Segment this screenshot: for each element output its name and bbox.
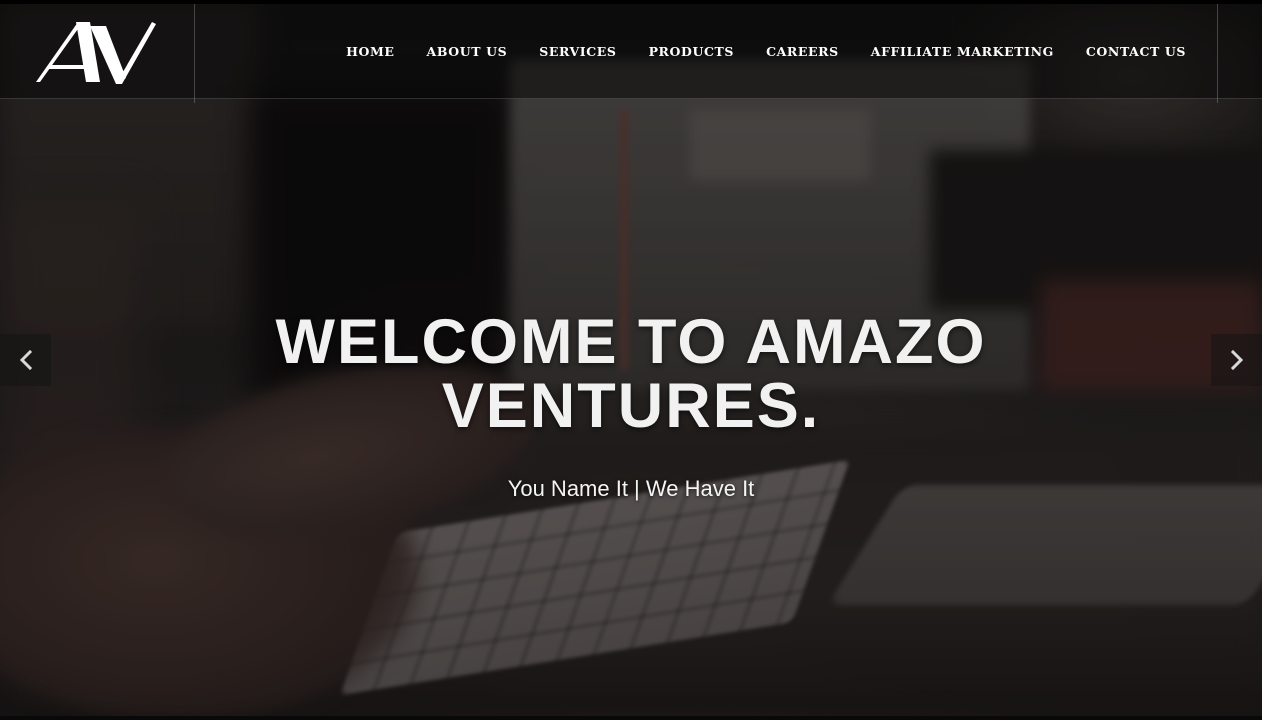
bottom-border: [0, 716, 1262, 720]
hero-subtitle: You Name It | We Have It: [507, 476, 755, 501]
site-header: HOME ABOUT US SERVICES PRODUCTS CAREERS …: [0, 0, 1262, 103]
brand-logo[interactable]: [30, 16, 160, 90]
chevron-left-icon: [19, 349, 32, 371]
nav-item-about-us[interactable]: ABOUT US: [411, 34, 524, 70]
nav-item-affiliate-marketing[interactable]: AFFILIATE MARKETING: [855, 34, 1070, 70]
hero-title: WELCOME TO AMAZO VENTURES.: [0, 310, 1262, 438]
hero-title-line-1: WELCOME TO AMAZO: [275, 307, 987, 377]
carousel-prev-button[interactable]: [0, 334, 51, 386]
header-divider-left: [194, 4, 195, 103]
nav-item-products[interactable]: PRODUCTS: [633, 34, 751, 70]
page: HOME ABOUT US SERVICES PRODUCTS CAREERS …: [0, 0, 1262, 720]
hero-section: WELCOME TO AMAZO VENTURES. You Name It |…: [0, 310, 1262, 502]
main-nav: HOME ABOUT US SERVICES PRODUCTS CAREERS …: [330, 34, 1202, 70]
header-divider-right: [1217, 4, 1218, 103]
nav-item-services[interactable]: SERVICES: [523, 34, 632, 70]
carousel-next-button[interactable]: [1211, 334, 1262, 386]
nav-item-contact-us[interactable]: CONTACT US: [1070, 34, 1202, 70]
av-logo-mark: [36, 22, 156, 84]
nav-item-home[interactable]: HOME: [330, 34, 410, 70]
hero-title-line-2: VENTURES.: [441, 371, 821, 441]
chevron-right-icon: [1230, 349, 1243, 371]
nav-item-careers[interactable]: CAREERS: [750, 34, 855, 70]
